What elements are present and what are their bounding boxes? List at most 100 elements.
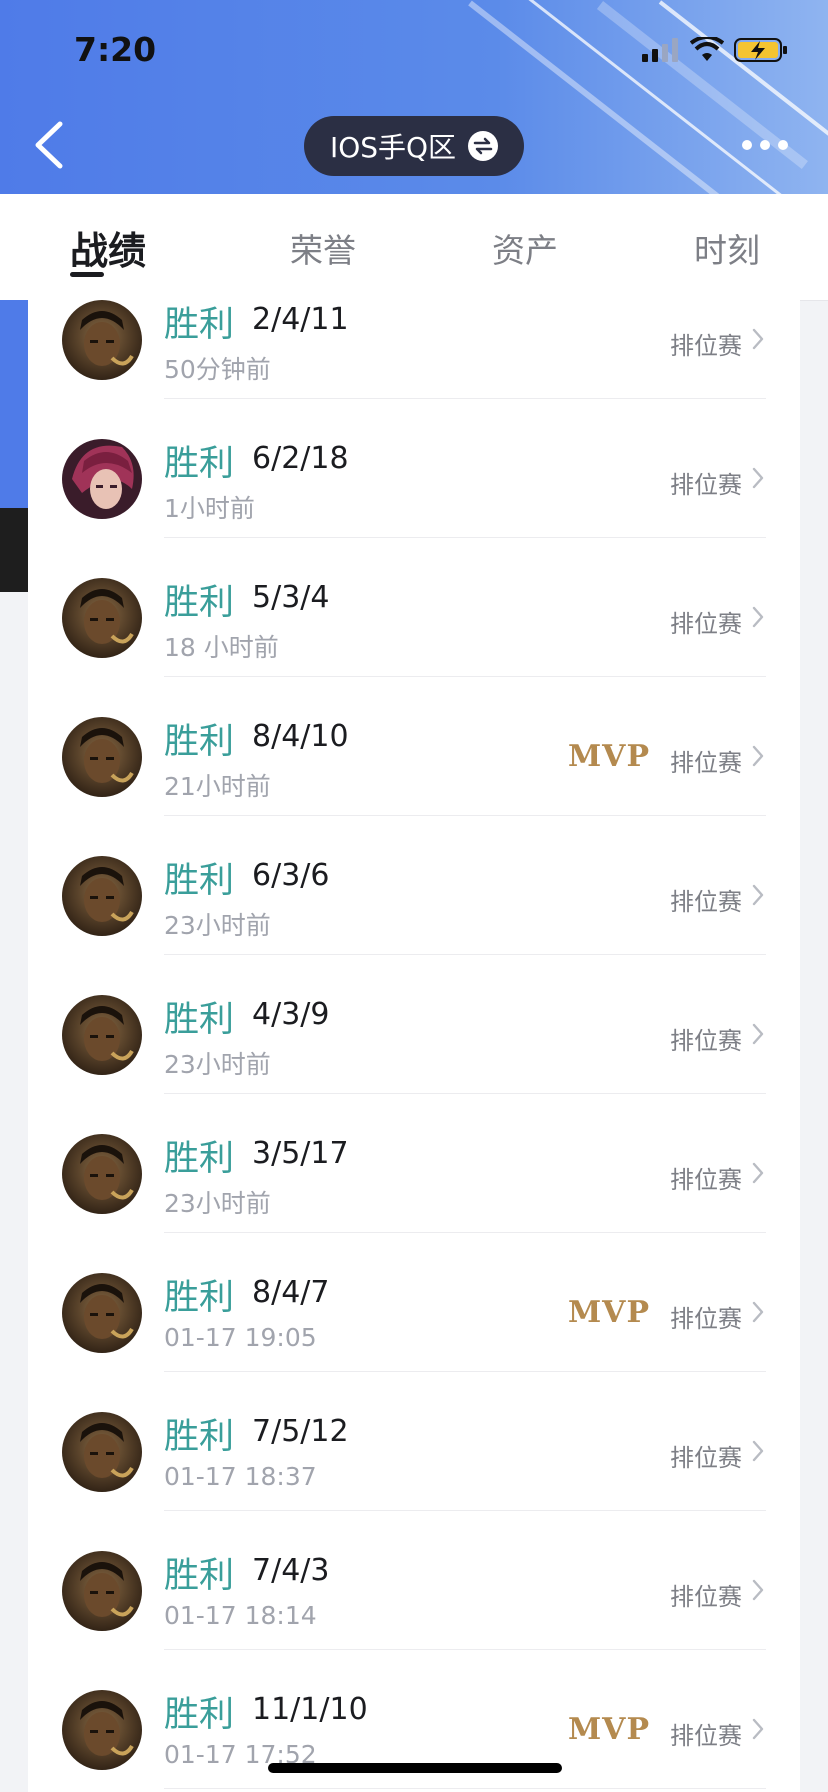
hero-avatar [62,1412,142,1492]
match-kda: 11/1/10 [252,1692,368,1727]
signal-icon [642,38,678,62]
tab-record[interactable]: 战绩 [70,220,146,275]
server-label: IOS手Q区 [329,131,457,164]
back-icon[interactable] [30,118,70,172]
match-result: 胜利 [164,305,235,345]
chevron-right-icon [752,328,764,350]
match-time: 21小时前 [164,772,271,801]
tab-moments[interactable]: 时刻 [694,224,760,272]
tab-assets[interactable]: 资产 [492,224,558,272]
match-row[interactable]: 胜利 3/5/17 23小时前 排位赛 [28,1094,800,1233]
match-result: 胜利 [164,1000,235,1040]
chevron-right-icon [752,1579,764,1601]
match-time: 01-17 19:05 [164,1323,317,1352]
match-row[interactable]: 胜利 7/5/12 01-17 18:37 排位赛 [28,1372,800,1511]
top-header: 7:20 IOS手Q区 [0,0,828,194]
chevron-right-icon [752,745,764,767]
match-row[interactable]: 胜利 7/4/3 01-17 18:14 排位赛 [28,1511,800,1650]
match-mode: 排位赛 [670,749,742,777]
chevron-right-icon [752,467,764,489]
chevron-right-icon [752,1718,764,1740]
hero-portrait-icon [62,856,142,936]
match-kda: 6/2/18 [252,441,349,476]
row-divider [164,1788,766,1789]
hero-avatar [62,1690,142,1770]
match-mode: 排位赛 [670,1305,742,1333]
match-mode: 排位赛 [670,888,742,916]
chevron-right-icon [752,1023,764,1045]
match-row[interactable]: 胜利 8/4/10 21小时前 MVP 排位赛 [28,677,800,816]
hero-portrait-icon [62,995,142,1075]
match-result: 胜利 [164,722,235,762]
match-time: 1小时前 [164,494,255,523]
match-time: 50分钟前 [164,355,271,384]
match-mode: 排位赛 [670,332,742,360]
match-result: 胜利 [164,1695,235,1735]
chevron-right-icon [752,1162,764,1184]
match-result: 胜利 [164,1556,235,1596]
hero-avatar [62,717,142,797]
match-row[interactable]: 胜利 5/3/4 18 小时前 排位赛 [28,538,800,677]
match-row[interactable]: 胜利 8/4/7 01-17 19:05 MVP 排位赛 [28,1233,800,1372]
chevron-right-icon [752,884,764,906]
chevron-right-icon [752,606,764,628]
match-time: 01-17 18:37 [164,1462,317,1491]
match-time: 01-17 18:14 [164,1601,317,1630]
hero-avatar [62,439,142,519]
match-mode: 排位赛 [670,1027,742,1055]
match-kda: 8/4/10 [252,719,349,754]
mvp-badge: MVP [567,739,650,774]
match-mode: 排位赛 [670,1722,742,1750]
match-result: 胜利 [164,444,235,484]
swap-icon [468,131,499,161]
match-kda: 8/4/7 [252,1275,330,1310]
match-row[interactable]: 胜利 6/3/6 23小时前 排位赛 [28,816,800,955]
wifi-icon [690,37,724,61]
hero-portrait-icon [62,1273,142,1353]
match-result: 胜利 [164,1417,235,1457]
status-time: 7:20 [74,30,157,69]
mvp-badge: MVP [567,1712,650,1747]
hero-avatar [62,995,142,1075]
match-result: 胜利 [164,583,235,623]
match-result: 胜利 [164,1139,235,1179]
chevron-right-icon [752,1301,764,1323]
match-kda: 6/3/6 [252,858,330,893]
hero-portrait-icon [62,300,142,380]
mvp-badge: MVP [567,1295,650,1330]
match-time: 23小时前 [164,911,271,940]
hero-avatar [62,1134,142,1214]
status-icons [642,36,788,64]
hero-avatar [62,578,142,658]
match-result: 胜利 [164,861,235,901]
hero-portrait-icon [62,1412,142,1492]
more-options-icon[interactable] [742,140,788,150]
match-kda: 3/5/17 [252,1136,349,1171]
match-row[interactable]: 胜利 4/3/9 23小时前 排位赛 [28,955,800,1094]
match-kda: 7/4/3 [252,1553,330,1588]
tab-bar: 战绩 荣誉 资产 时刻 [0,194,828,301]
hero-portrait-icon [62,717,142,797]
match-time: 23小时前 [164,1050,271,1079]
match-row[interactable]: 胜利 6/2/18 1小时前 排位赛 [28,399,800,538]
match-time: 18 小时前 [164,633,279,662]
hero-avatar [62,856,142,936]
hero-portrait-icon [62,1551,142,1631]
match-kda: 5/3/4 [252,580,330,615]
active-tab-indicator [70,272,104,277]
server-switch-button[interactable]: IOS手Q区 [304,116,524,176]
match-mode: 排位赛 [670,1583,742,1611]
match-kda: 7/5/12 [252,1414,349,1449]
hero-avatar [62,1551,142,1631]
hero-portrait-icon [62,439,142,519]
home-indicator [268,1763,562,1773]
hero-portrait-icon [62,1134,142,1214]
match-kda: 4/3/9 [252,997,330,1032]
hero-portrait-icon [62,1690,142,1770]
match-mode: 排位赛 [670,610,742,638]
match-row[interactable]: 胜利 2/4/11 50分钟前 排位赛 [28,300,800,399]
hero-portrait-icon [62,578,142,658]
tab-honor[interactable]: 荣誉 [290,224,356,272]
match-result: 胜利 [164,1278,235,1318]
match-mode: 排位赛 [670,471,742,499]
